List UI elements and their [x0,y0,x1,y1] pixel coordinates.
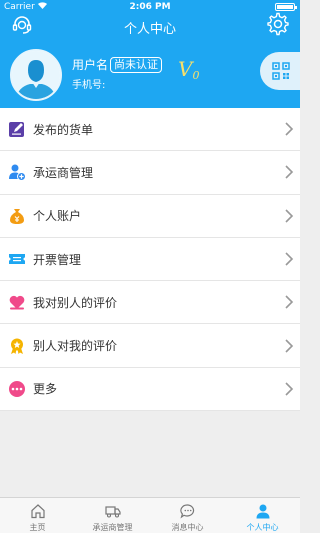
username-row: 用户名 尚未认证 [72,56,163,73]
username: 用户名 [72,58,109,72]
menu-label: 更多 [33,382,58,397]
tab-label: 个人中心 [246,523,279,532]
truck-icon [104,506,121,518]
phone-label: 手机号: [72,80,106,91]
vip-letter: V [178,57,193,81]
tab-carrier-management[interactable]: 承运商管理 [75,498,150,533]
page-title: 个人中心 [123,22,176,37]
menu-label: 别人对我的评价 [33,339,118,354]
avatar[interactable] [10,49,62,101]
medal-icon [11,338,23,354]
status-bar: Carrier 2:06 PM [0,0,300,14]
bottom-tab-bar: 主页 承运商管理 消息中心 个人中心 [0,497,300,533]
tab-label: 主页 [29,523,46,532]
person-icon [256,504,269,519]
menu-item-my-reviews[interactable]: 我对别人的评价 [0,281,300,325]
menu-label: 发布的货单 [33,122,94,137]
tab-messages[interactable]: 消息中心 [150,498,225,533]
profile-header: Carrier 2:06 PM 个人中心 用户名 尚未认证 V0 手机号: [0,0,300,108]
vip-number: 0 [192,69,200,82]
chevron-right-icon [285,165,294,180]
home-icon [30,504,45,519]
qr-code-button[interactable] [260,52,300,90]
qr-code-icon [272,62,290,80]
menu-list: 发布的货单 承运商管理 个人账户 开票管理 我对别人的评价 别人对我的评价 更多 [0,108,300,412]
tab-label: 消息中心 [171,523,204,532]
tab-profile[interactable]: 个人中心 [225,498,300,533]
menu-item-more[interactable]: 更多 [0,368,300,412]
menu-label: 个人账户 [33,209,82,224]
heart-icon [9,296,25,310]
chevron-right-icon [285,209,294,223]
chevron-right-icon [285,382,294,396]
tab-home[interactable]: 主页 [0,498,75,533]
tab-label: 承运商管理 [92,523,133,532]
chevron-right-icon [285,295,294,309]
menu-label: 我对别人的评价 [33,295,118,310]
verify-status-badge[interactable]: 尚未认证 [110,56,163,73]
chevron-right-icon [285,122,294,136]
menu-label: 开票管理 [33,252,82,267]
chevron-right-icon [285,252,294,266]
message-icon [179,504,194,519]
ticket-icon [9,254,25,265]
chevron-right-icon [285,339,294,353]
more-icon [9,380,25,397]
battery-icon [275,3,297,11]
menu-item-reviews-of-me[interactable]: 别人对我的评价 [0,324,300,368]
status-time: 2:06 PM [129,2,171,12]
settings-button[interactable] [266,12,290,36]
menu-item-published-orders[interactable]: 发布的货单 [0,108,300,152]
menu-item-invoice-management[interactable]: 开票管理 [0,238,300,282]
menu-label: 承运商管理 [33,165,94,180]
gear-icon [267,12,289,36]
vip-level-badge: V0 [178,59,199,86]
edit-icon [9,122,24,138]
menu-item-carrier-management[interactable]: 承运商管理 [0,151,300,195]
default-avatar-icon [12,51,60,99]
menu-item-personal-account[interactable]: 个人账户 [0,195,300,238]
user-add-icon [9,164,26,182]
money-bag-icon [10,208,24,224]
